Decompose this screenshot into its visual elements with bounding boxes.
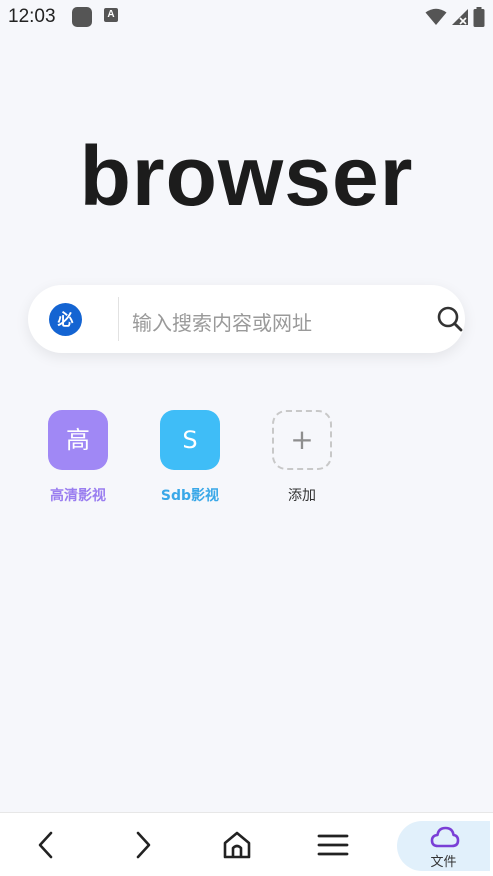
battery-icon	[473, 7, 485, 27]
shortcut-add[interactable]: + 添加	[257, 410, 347, 505]
files-button[interactable]: 文件	[397, 821, 490, 871]
bottom-nav: 文件	[0, 812, 493, 876]
chevron-right-icon	[136, 831, 151, 859]
status-icons	[425, 7, 485, 27]
shortcut-gaoqing[interactable]: 高 高清影视	[33, 410, 123, 505]
forward-button[interactable]	[125, 827, 161, 863]
search-engine-icon[interactable]: 必	[49, 303, 82, 336]
shortcut-gaoqing-icon[interactable]: 高	[48, 410, 108, 470]
menu-button[interactable]	[315, 827, 351, 863]
search-bar[interactable]: 必 输入搜索内容或网址	[28, 285, 465, 353]
shortcut-sdb-label[interactable]: Sdb影视	[145, 485, 235, 505]
wifi-icon	[425, 8, 447, 25]
status-time: 12:03	[8, 6, 56, 27]
shortcut-sdb-icon[interactable]: S	[160, 410, 220, 470]
search-icon[interactable]	[436, 305, 464, 333]
files-label: 文件	[430, 855, 457, 870]
shortcut-sdb[interactable]: S Sdb影视	[145, 410, 235, 505]
chevron-left-icon	[38, 831, 53, 859]
search-input[interactable]: 输入搜索内容或网址	[132, 307, 312, 336]
browser-logo: browser	[79, 129, 414, 223]
search-divider	[118, 297, 119, 341]
cloud-icon	[430, 826, 460, 848]
status-bar: 12:03 A	[0, 0, 493, 34]
keyboard-icon: A	[104, 8, 118, 22]
menu-icon	[317, 834, 349, 856]
browser-screen: 12:03 A browser 必 输入搜索内容或网址 高 高清影视 S Sdb…	[0, 0, 493, 876]
back-button[interactable]	[28, 827, 64, 863]
home-button[interactable]	[219, 827, 255, 863]
add-icon[interactable]: +	[272, 410, 332, 470]
signal-icon	[452, 9, 468, 25]
shortcut-gaoqing-label[interactable]: 高清影视	[33, 485, 123, 505]
notification-icon	[72, 7, 92, 27]
shortcut-add-label[interactable]: 添加	[257, 485, 347, 505]
home-icon	[223, 831, 251, 859]
